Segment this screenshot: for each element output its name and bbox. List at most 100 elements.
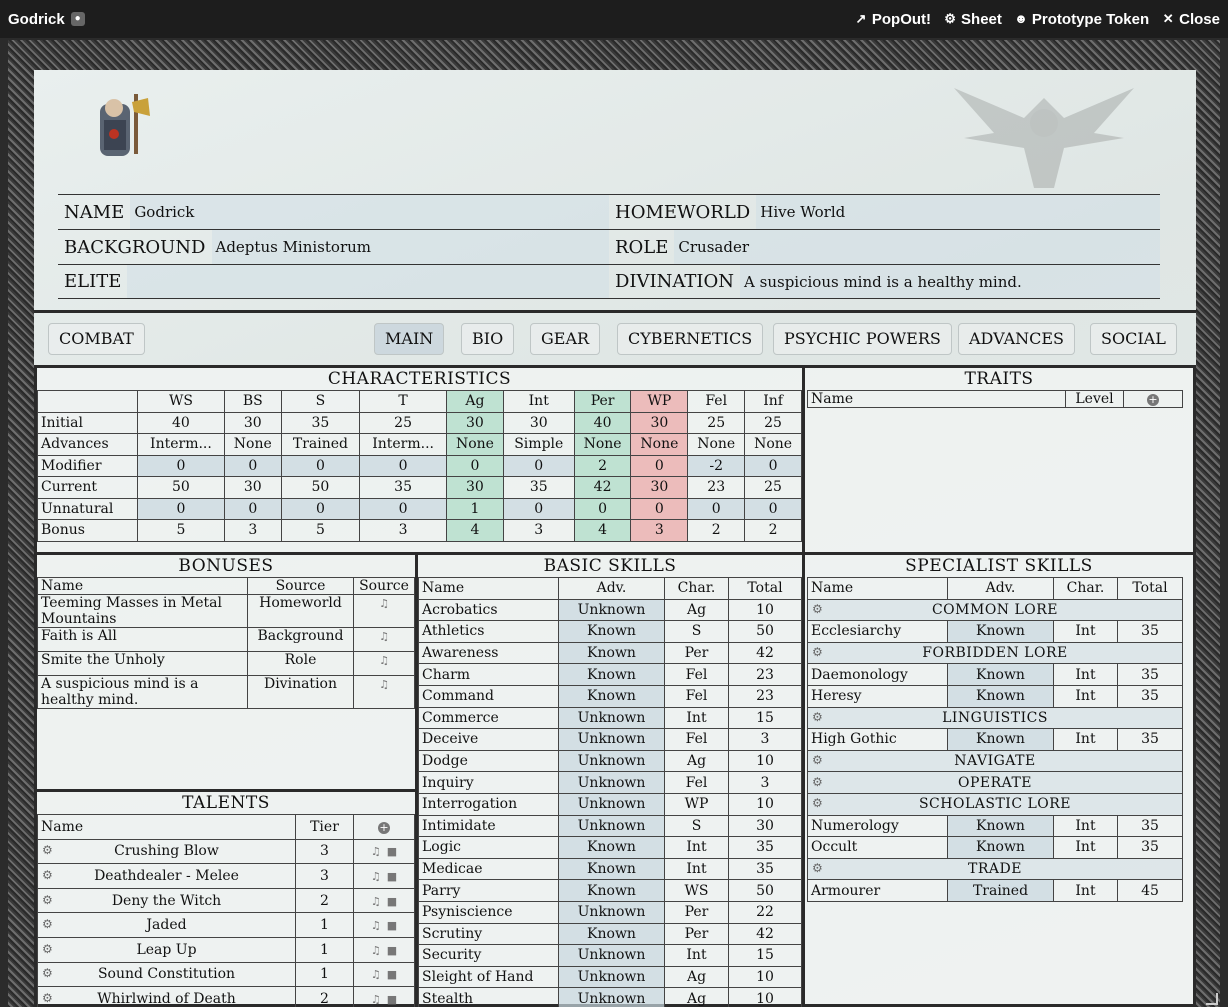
skill-row[interactable]: Awareness Known Per 42 — [418, 641, 802, 665]
name-field[interactable]: Godrick — [130, 195, 609, 229]
skill-row[interactable]: Medicae Known Int 35 — [418, 857, 802, 881]
char-value[interactable]: 30 — [630, 411, 689, 434]
gear-icon[interactable]: ⚙ — [42, 893, 53, 907]
skill-adv[interactable]: Unknown — [558, 598, 665, 622]
gear-icon[interactable]: ⚙ — [42, 843, 53, 857]
speaker-icon[interactable]: ♫ — [371, 993, 381, 1006]
gear-icon[interactable]: ⚙ — [42, 942, 53, 956]
char-value[interactable]: 35 — [280, 411, 361, 434]
skill-name[interactable]: Medicae — [418, 857, 559, 881]
close-button[interactable]: ✕ Close — [1161, 11, 1220, 28]
gear-icon[interactable]: ⚙ — [812, 602, 823, 616]
skill-row[interactable]: Logic Known Int 35 — [418, 836, 802, 859]
skill-adv[interactable]: Known — [947, 684, 1054, 708]
skill-name[interactable]: Command — [418, 684, 559, 708]
char-value[interactable]: 35 — [502, 476, 575, 499]
char-value[interactable]: 0 — [630, 497, 689, 520]
speaker-icon[interactable]: ♫ — [371, 968, 381, 981]
skill-adv[interactable]: Unknown — [558, 965, 665, 989]
skill-adv[interactable]: Known — [558, 641, 665, 665]
skill-name[interactable]: Numerology — [807, 814, 948, 838]
char-value[interactable]: 2 — [687, 519, 746, 542]
tab-gear[interactable]: GEAR — [530, 323, 601, 355]
skill-name[interactable]: Stealth — [418, 987, 559, 1007]
skill-adv[interactable]: Unknown — [558, 771, 665, 794]
char-value[interactable]: 0 — [573, 497, 632, 520]
skill-row[interactable]: Security Unknown Int 15 — [418, 944, 802, 967]
skill-name[interactable]: Acrobatics — [418, 598, 559, 622]
skill-row[interactable]: Sleight of Hand Unknown Ag 10 — [418, 965, 802, 989]
skill-row[interactable]: Commerce Unknown Int 15 — [418, 706, 802, 730]
skill-name[interactable]: Intimidate — [418, 814, 559, 838]
char-value[interactable]: 25 — [744, 411, 802, 434]
skill-name[interactable]: Daemonology — [807, 663, 948, 686]
char-value[interactable]: 3 — [359, 519, 448, 542]
skill-name[interactable]: Security — [418, 944, 559, 967]
globe-icon[interactable]: ● — [70, 12, 85, 26]
skill-name[interactable]: Logic — [418, 836, 559, 859]
gear-icon[interactable]: ⚙ — [812, 775, 823, 789]
char-value[interactable]: 4 — [446, 519, 504, 542]
skill-adv[interactable]: Known — [558, 857, 665, 881]
speaker-icon[interactable]: ♫ — [371, 845, 381, 858]
char-value[interactable]: 25 — [687, 411, 746, 434]
roll-bonus-button[interactable]: ♫ — [353, 675, 415, 709]
char-value[interactable]: 0 — [687, 497, 746, 520]
elite-field[interactable] — [127, 265, 609, 298]
skill-row[interactable]: Charm Known Fel 23 — [418, 663, 802, 686]
resize-handle[interactable] — [1206, 993, 1218, 1005]
gear-icon[interactable]: ⚙ — [812, 710, 823, 724]
skill-name[interactable]: Armourer — [807, 879, 948, 902]
skill-row[interactable]: Athletics Known S 50 — [418, 620, 802, 643]
skill-row[interactable]: Inquiry Unknown Fel 3 — [418, 771, 802, 794]
char-value[interactable]: 30 — [446, 476, 504, 499]
char-value[interactable]: 3 — [630, 519, 689, 542]
char-value[interactable]: 0 — [502, 497, 575, 520]
skill-name[interactable]: Occult — [807, 836, 948, 859]
skill-adv[interactable]: Known — [947, 728, 1054, 751]
skill-adv[interactable]: Known — [558, 620, 665, 643]
char-value[interactable]: 3 — [223, 519, 282, 542]
char-value[interactable]: Trained — [280, 433, 361, 456]
skill-name[interactable]: Inquiry — [418, 771, 559, 794]
speaker-icon[interactable]: ♫ — [371, 870, 381, 883]
trash-icon[interactable]: ■ — [387, 870, 397, 883]
gear-icon[interactable]: ⚙ — [812, 796, 823, 810]
char-value[interactable]: 50 — [137, 476, 225, 499]
skill-adv[interactable]: Unknown — [558, 728, 665, 751]
char-value[interactable]: 0 — [137, 454, 225, 477]
skill-name[interactable]: Charm — [418, 663, 559, 686]
skill-adv[interactable]: Unknown — [558, 900, 665, 924]
char-value[interactable]: 30 — [630, 476, 689, 499]
roll-bonus-button[interactable]: ♫ — [353, 594, 415, 628]
skill-adv[interactable]: Trained — [947, 879, 1054, 902]
specialist-skill-row[interactable]: Daemonology Known Int 35 — [807, 663, 1183, 686]
skill-row[interactable]: Dodge Unknown Ag 10 — [418, 749, 802, 773]
skill-name[interactable]: Heresy — [807, 684, 948, 708]
char-value[interactable]: 0 — [359, 454, 448, 477]
skill-adv[interactable]: Unknown — [558, 706, 665, 730]
char-value[interactable]: 5 — [280, 519, 361, 542]
trash-icon[interactable]: ■ — [387, 919, 397, 932]
specialist-skill-row[interactable]: Ecclesiarchy Known Int 35 — [807, 620, 1183, 643]
homeworld-field[interactable]: Hive World — [756, 195, 1160, 229]
char-value[interactable]: 0 — [137, 497, 225, 520]
skill-name[interactable]: Scrutiny — [418, 922, 559, 946]
trash-icon[interactable]: ■ — [387, 944, 397, 957]
char-value[interactable]: Interm... — [359, 433, 448, 456]
skill-row[interactable]: Acrobatics Unknown Ag 10 — [418, 598, 802, 622]
specialist-skill-row[interactable]: Occult Known Int 35 — [807, 836, 1183, 859]
char-value[interactable]: 2 — [573, 454, 632, 477]
sheet-button[interactable]: ⚙ Sheet — [943, 11, 1002, 28]
char-value[interactable]: 25 — [744, 476, 802, 499]
trash-icon[interactable]: ■ — [387, 993, 397, 1006]
skill-name[interactable]: Awareness — [418, 641, 559, 665]
specialist-skill-row[interactable]: High Gothic Known Int 35 — [807, 728, 1183, 751]
gear-icon[interactable]: ⚙ — [42, 917, 53, 931]
add-trait-button[interactable]: + — [1123, 390, 1183, 408]
skill-adv[interactable]: Unknown — [558, 944, 665, 967]
skill-name[interactable]: Commerce — [418, 706, 559, 730]
skill-adv[interactable]: Known — [558, 836, 665, 859]
char-value[interactable]: 30 — [223, 411, 282, 434]
skill-name[interactable]: Dodge — [418, 749, 559, 773]
